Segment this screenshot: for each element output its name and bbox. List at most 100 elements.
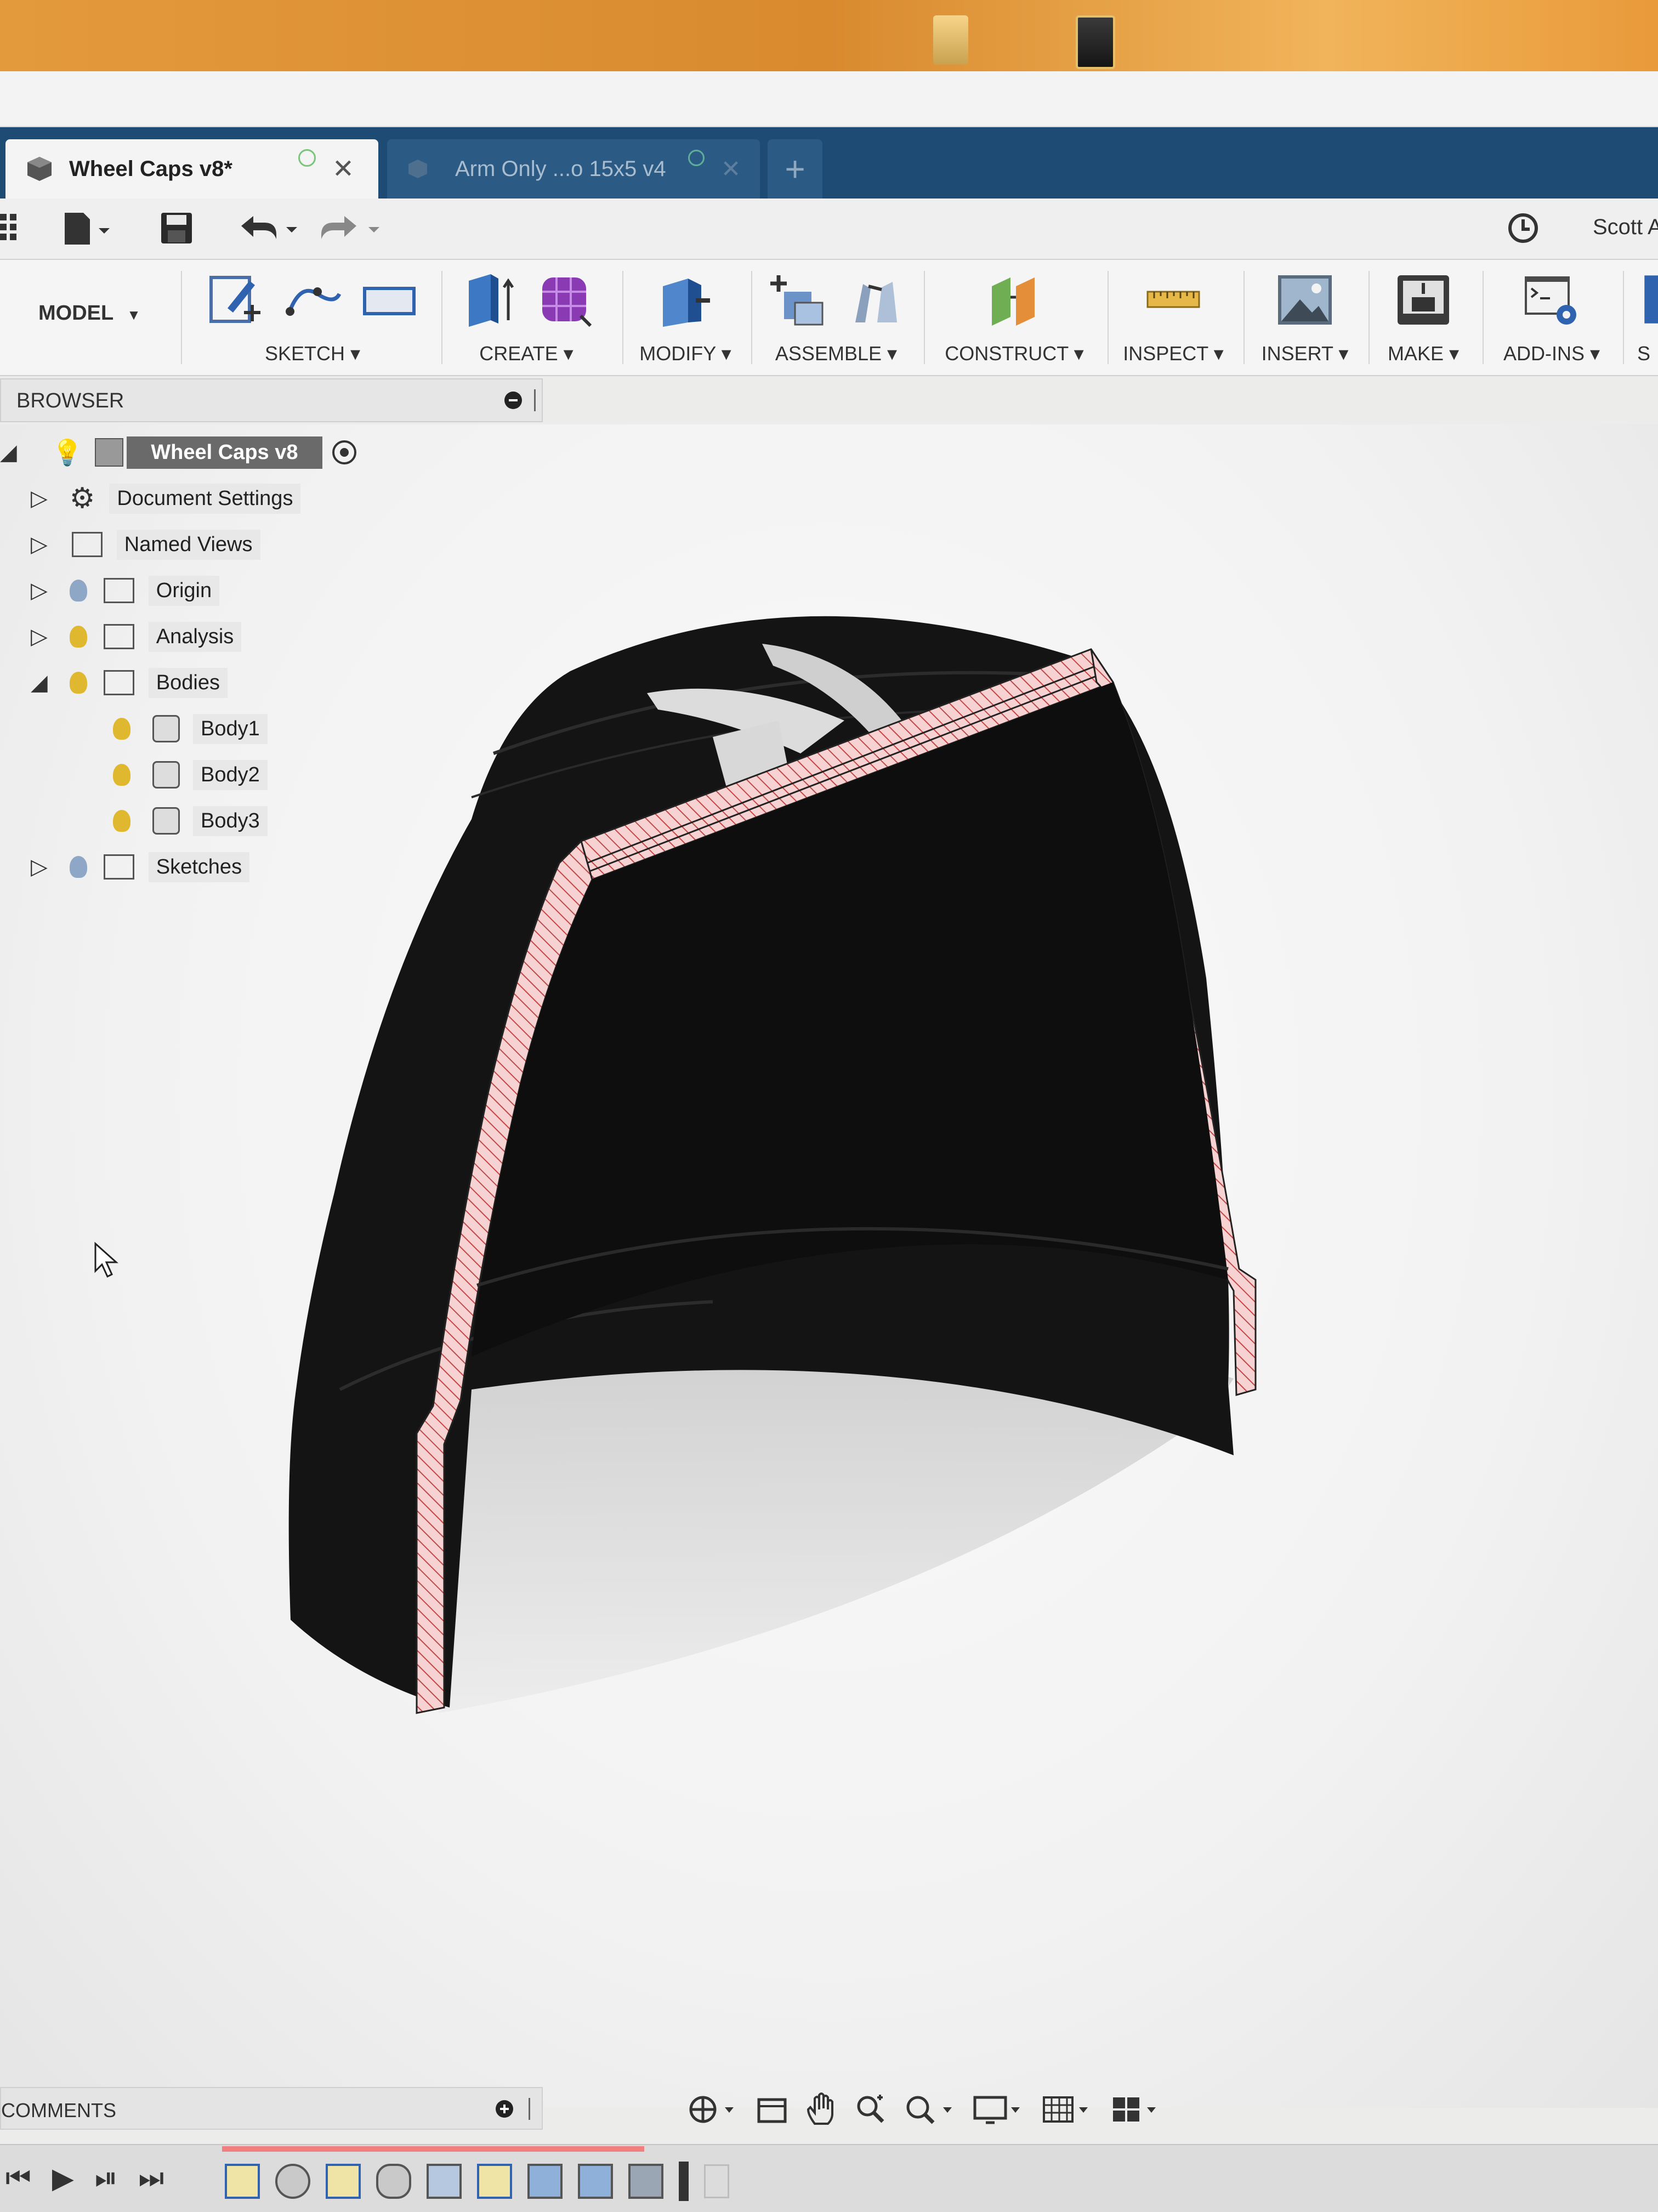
- data-panel-grid-icon[interactable]: [0, 208, 19, 247]
- assemble-group[interactable]: ASSEMBLE ▾: [759, 260, 913, 375]
- measure-icon[interactable]: [1143, 270, 1203, 330]
- comments-panel-header[interactable]: COMMENTS: [0, 2087, 543, 2130]
- tree-item-label: Body1: [193, 713, 268, 744]
- grid-settings-icon[interactable]: [1041, 2092, 1095, 2127]
- go-to-end-icon[interactable]: ⏭: [138, 2162, 164, 2195]
- step-forward-icon[interactable]: ⏯: [95, 2162, 118, 2195]
- tree-item-body2[interactable]: Body2: [113, 756, 268, 794]
- lightbulb-icon[interactable]: [113, 810, 130, 832]
- timeline-fillet-icon[interactable]: [427, 2164, 462, 2199]
- display-settings-icon[interactable]: [972, 2092, 1026, 2127]
- door-icon[interactable]: [1076, 15, 1115, 69]
- gear-icon: ⚙: [69, 483, 95, 514]
- tree-item-sketches[interactable]: ▷ Sketches: [31, 848, 250, 886]
- timeline-extrude-icon[interactable]: [527, 2164, 563, 2199]
- line-tool-icon[interactable]: [282, 270, 343, 330]
- workspace-switcher[interactable]: MODEL ▼: [38, 302, 141, 325]
- folder-icon[interactable]: [933, 15, 968, 65]
- collapsed-triangle-icon[interactable]: ▷: [31, 578, 48, 603]
- orbit-icon[interactable]: [685, 2092, 740, 2127]
- user-name[interactable]: Scott A: [1593, 215, 1658, 240]
- fit-zoom-icon[interactable]: [902, 2092, 957, 2127]
- new-tab-button[interactable]: +: [768, 139, 822, 198]
- collapsed-triangle-icon[interactable]: ▷: [31, 532, 48, 557]
- timeline-revolve-icon[interactable]: [275, 2164, 310, 2199]
- inspect-group[interactable]: INSPECT ▾: [1113, 260, 1234, 375]
- joint-icon[interactable]: [844, 270, 905, 330]
- construct-group[interactable]: CONSTRUCT ▾: [932, 260, 1097, 375]
- collapse-panel-icon[interactable]: [504, 392, 522, 409]
- timeline-extrude-icon[interactable]: [578, 2164, 613, 2199]
- 3d-print-icon[interactable]: [1393, 270, 1453, 330]
- lightbulb-off-icon[interactable]: [69, 856, 87, 878]
- tree-item-body1[interactable]: Body1: [113, 710, 268, 748]
- extrude-icon[interactable]: [458, 270, 518, 330]
- collapsed-triangle-icon[interactable]: ▷: [31, 854, 48, 880]
- timeline-extrude-icon[interactable]: [704, 2164, 729, 2198]
- select-tool-icon[interactable]: [1637, 270, 1658, 330]
- timeline-sketch-icon[interactable]: [225, 2164, 260, 2199]
- form-icon[interactable]: [535, 270, 595, 330]
- activate-radio-icon[interactable]: [332, 440, 356, 464]
- tree-item-named-views[interactable]: ▷ Named Views: [31, 525, 260, 564]
- browser-panel-header[interactable]: BROWSER: [0, 378, 543, 422]
- tab-arm-only[interactable]: Arm Only ...o 15x5 v4 ✕: [387, 139, 760, 198]
- root-component-label[interactable]: Wheel Caps v8: [127, 436, 322, 469]
- lightbulb-icon[interactable]: [69, 672, 87, 694]
- sketch-group[interactable]: SKETCH ▾: [197, 260, 428, 375]
- press-pull-icon[interactable]: [655, 270, 716, 330]
- cloud-status-icon: [298, 149, 316, 167]
- tree-item-analysis[interactable]: ▷ Analysis: [31, 617, 242, 656]
- lightbulb-icon[interactable]: [69, 626, 87, 648]
- collapsed-triangle-icon[interactable]: ▷: [31, 486, 48, 511]
- tree-item-bodies[interactable]: ◢ Bodies: [31, 663, 228, 702]
- look-at-icon[interactable]: [754, 2092, 790, 2127]
- close-icon[interactable]: ✕: [721, 155, 741, 183]
- lightbulb-icon[interactable]: [113, 718, 130, 740]
- rectangle-tool-icon[interactable]: [359, 270, 419, 330]
- timeline-sketch-icon[interactable]: [477, 2164, 512, 2199]
- scripts-addins-icon[interactable]: [1521, 270, 1582, 330]
- panel-resize-handle[interactable]: [534, 389, 536, 411]
- create-group[interactable]: CREATE ▾: [450, 260, 603, 375]
- tree-item-label: Named Views: [116, 529, 260, 560]
- timeline-combine-icon[interactable]: [628, 2164, 663, 2199]
- add-ins-group[interactable]: ADD-INS ▾: [1491, 260, 1612, 375]
- cut-off-group[interactable]: S: [1637, 260, 1658, 375]
- step-back-icon[interactable]: ▶: [52, 2162, 74, 2195]
- job-status-clock-icon[interactable]: [1507, 212, 1540, 245]
- tree-item-document-settings[interactable]: ▷ ⚙ Document Settings: [31, 479, 301, 518]
- browser-tree: ◢ 💡 Wheel Caps v8 ▷ ⚙ Document Settings …: [0, 433, 543, 888]
- timeline-revolve-icon[interactable]: [376, 2164, 411, 2199]
- collapsed-triangle-icon[interactable]: ▷: [31, 624, 48, 649]
- tab-wheel-caps[interactable]: Wheel Caps v8* ✕: [5, 139, 378, 198]
- new-component-icon[interactable]: [768, 270, 828, 330]
- expanded-triangle-icon[interactable]: ◢: [31, 670, 48, 695]
- modify-group[interactable]: MODIFY ▾: [631, 260, 740, 375]
- go-to-start-icon[interactable]: ⏮: [5, 2162, 31, 2195]
- make-group[interactable]: MAKE ▾: [1374, 260, 1473, 375]
- insert-group[interactable]: INSERT ▾: [1250, 260, 1360, 375]
- timeline-sketch-icon[interactable]: [326, 2164, 361, 2199]
- save-icon[interactable]: [159, 211, 194, 246]
- lightbulb-off-icon[interactable]: [69, 580, 87, 602]
- tree-item-body3[interactable]: Body3: [113, 802, 268, 840]
- undo-icon[interactable]: [236, 211, 302, 246]
- timeline-marker-icon[interactable]: [679, 2162, 689, 2201]
- zoom-icon[interactable]: [853, 2092, 888, 2127]
- file-menu-icon[interactable]: [60, 209, 115, 248]
- insert-image-icon[interactable]: [1275, 270, 1335, 330]
- tree-item-origin[interactable]: ▷ Origin: [31, 571, 220, 610]
- offset-plane-icon[interactable]: [984, 270, 1044, 330]
- panel-resize-handle[interactable]: [529, 2098, 530, 2120]
- pan-hand-icon[interactable]: [804, 2092, 839, 2127]
- lightbulb-icon[interactable]: 💡: [52, 438, 83, 468]
- tree-root[interactable]: ◢ 💡 Wheel Caps v8: [0, 433, 356, 472]
- add-comment-icon[interactable]: [496, 2100, 513, 2118]
- lightbulb-icon[interactable]: [113, 764, 130, 786]
- expanded-triangle-icon[interactable]: ◢: [0, 440, 19, 465]
- viewports-icon[interactable]: [1110, 2092, 1165, 2127]
- redo-icon[interactable]: [318, 211, 384, 246]
- close-icon[interactable]: ✕: [332, 154, 354, 184]
- create-sketch-icon[interactable]: [206, 270, 266, 330]
